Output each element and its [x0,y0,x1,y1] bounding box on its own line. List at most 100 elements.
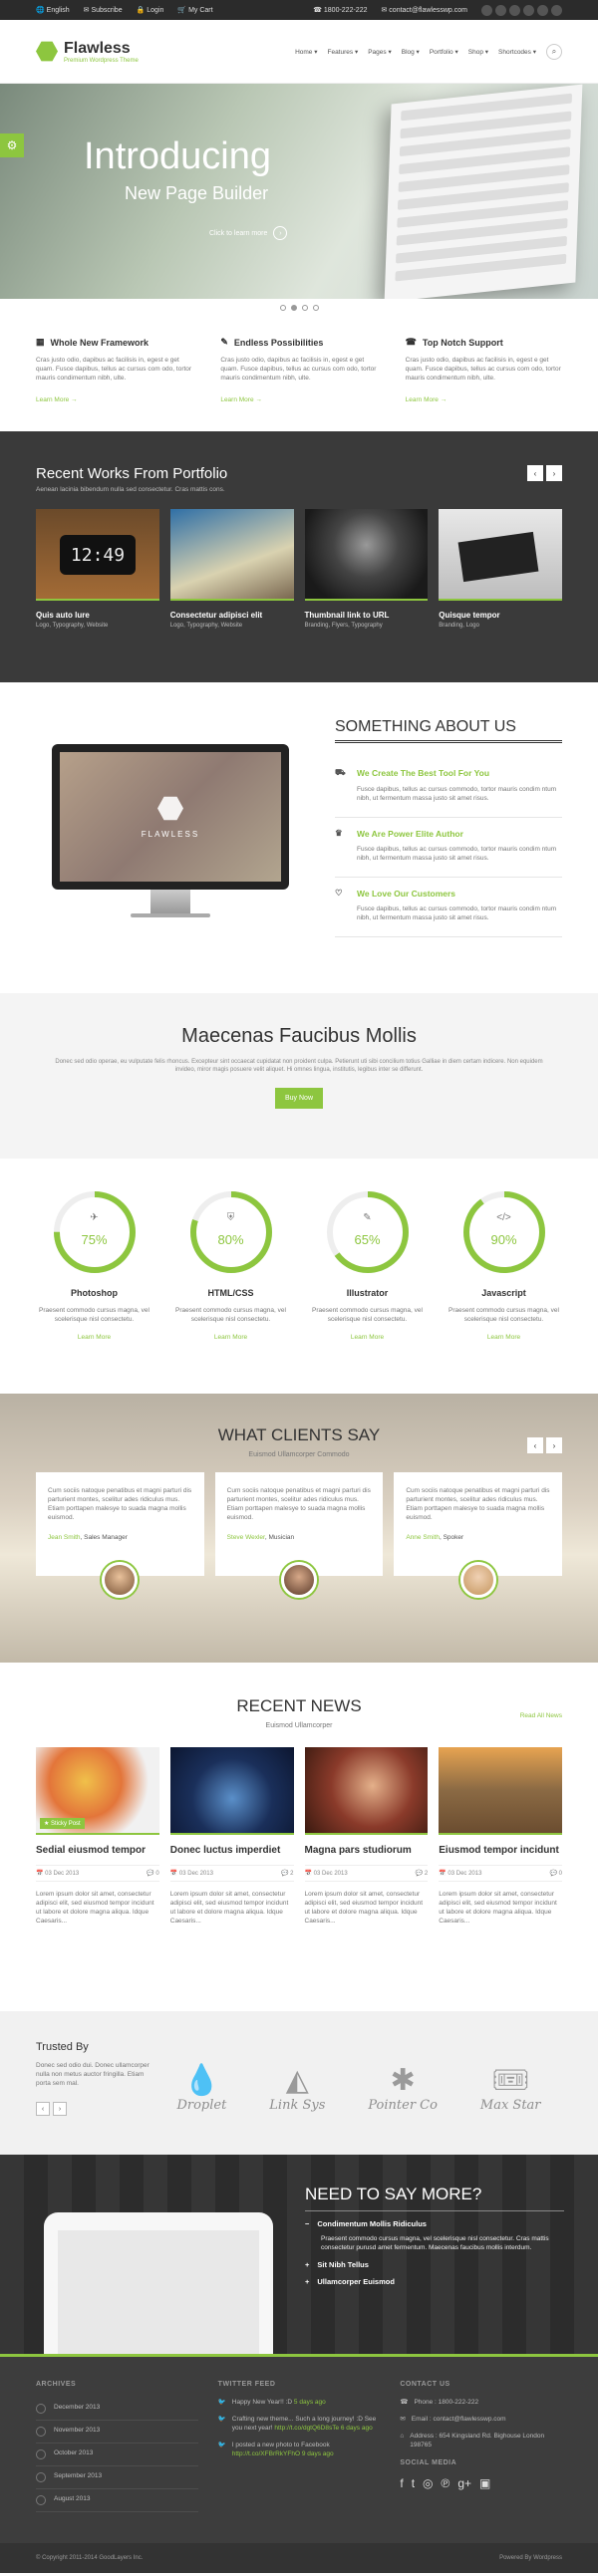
post-title[interactable]: Eiusmod tempor incidunt [439,1845,562,1857]
post-title[interactable]: Donec luctus imperdiet [170,1845,294,1857]
learn-more-link[interactable]: Learn More [309,1334,426,1341]
login-link[interactable]: 🔒 Login [137,6,164,14]
google-plus-icon[interactable] [537,4,548,16]
post-title[interactable]: Sedial eiusmod tempor [36,1845,159,1857]
nav-item-home[interactable]: Home ▾ [295,48,317,56]
portfolio-item-title[interactable]: Consectetur adipisci elit [170,611,294,620]
portfolio-thumbnail[interactable] [304,509,429,601]
feature-text: Cras justo odio, dapibus ac facilisis in… [220,357,377,382]
search-icon[interactable]: ⌕ [546,43,562,60]
pinterest-icon[interactable]: ℗ [442,2476,450,2490]
portfolio-item[interactable]: Consectetur adipisci elit Logo, Typograp… [169,509,294,629]
skill-name: Javascript [481,1288,526,1298]
slider-dot[interactable] [301,305,308,311]
twitter-icon[interactable]: t [412,2476,415,2490]
accordion-item[interactable]: + Sit Nibh Tellus [305,2260,564,2269]
portfolio-title: Recent Works From Portfolio [36,465,228,482]
archive-link[interactable]: August 2013 [36,2489,198,2512]
settings-gear-icon[interactable]: ⚙ [0,133,24,157]
asterisk-icon: ✱ [390,2063,416,2097]
slider-dot[interactable] [312,305,319,311]
trusted-text: Donec sed odio dui. Donec ullamcorper nu… [36,2062,150,2087]
nav-item-pages[interactable]: Pages ▾ [368,48,392,56]
nav-item-shortcodes[interactable]: Shortcodes ▾ [498,48,536,56]
clock-display: 12:49 [60,535,136,575]
contact-address: ⌂ Address : 654 Kingsland Rd. Bighouse Lo… [400,2433,545,2448]
accordion-text: Praesent commodo cursus magna, vel scele… [321,2235,549,2251]
facebook-icon[interactable] [481,4,492,16]
portfolio-item[interactable]: Quisque tempor Branding, Logo [439,509,562,629]
learn-more-link[interactable]: Learn More [446,1334,562,1341]
twitter-icon[interactable] [495,4,506,16]
portfolio-item[interactable]: 12:49 Quis auto lure Logo, Typography, W… [36,509,159,629]
post-thumbnail[interactable] [439,1747,562,1835]
post-thumbnail[interactable] [304,1747,429,1835]
brand-logo[interactable]: 💧 Droplet [176,2064,226,2113]
learn-more-link[interactable]: Learn More [172,1334,289,1341]
read-all-news-link[interactable]: Read All News [520,1712,562,1719]
contact-email[interactable]: ✉ Email : contact@flawlesswp.com [400,2415,562,2424]
portfolio-thumbnail[interactable] [169,509,294,601]
next-arrow-icon[interactable]: › [546,465,562,481]
next-arrow-icon[interactable]: › [53,2102,67,2116]
learn-more-link[interactable]: Learn More [36,1334,152,1341]
portfolio-item-title[interactable]: Thumbnail link to URL [305,611,429,620]
nav-item-blog[interactable]: Blog ▾ [402,48,420,56]
nav-item-portfolio[interactable]: Portfolio ▾ [430,48,458,56]
learn-more-link[interactable]: Learn More → [36,396,78,403]
prev-arrow-icon[interactable]: ‹ [36,2102,50,2116]
language-link[interactable]: 🌐 English [36,6,70,14]
cart-link[interactable]: 🛒 My Cart [177,6,212,14]
about-item: ♛ We Are Power Elite Author Fusce dapibus… [335,818,562,878]
instagram-icon[interactable]: ▣ [479,2476,490,2490]
archive-link[interactable]: October 2013 [36,2444,198,2466]
instagram-icon[interactable] [551,4,562,16]
skills-section: ✈ 75% Photoshop Praesent commodo cursus … [0,1159,598,1394]
slider-dot[interactable] [279,305,286,311]
accordion-item[interactable]: + Ullamcorper Euismod [305,2277,564,2286]
plus-icon: + [305,2277,310,2286]
archive-link[interactable]: December 2013 [36,2398,198,2421]
hero-cta-link[interactable]: Click to learn more › [209,226,288,240]
post-meta: 📅 03 Dec 2013 💬 0 [36,1865,159,1882]
google-plus-icon[interactable]: g+ [457,2476,471,2490]
dribbble-icon[interactable] [509,4,520,16]
prev-arrow-icon[interactable]: ‹ [527,1437,543,1453]
nav-item-features[interactable]: Features ▾ [327,48,358,56]
bottom-bar: © Copyright 2011-2014 GoodLayers Inc. Po… [0,2543,598,2573]
post-thumbnail[interactable] [169,1747,294,1835]
portfolio-thumbnail[interactable] [439,509,562,601]
brand-logo[interactable]: ✱ Pointer Co [368,2064,438,2113]
portfolio-item-title[interactable]: Quis auto lure [36,611,159,620]
pinterest-icon[interactable] [523,4,534,16]
footer: ARCHIVES December 2013 November 2013 Oct… [0,2354,598,2543]
email-link[interactable]: ✉ contact@flawlesswp.com [381,6,467,14]
archive-link[interactable]: September 2013 [36,2466,198,2489]
html5-icon: ⛨ [226,1212,235,1223]
next-arrow-icon[interactable]: › [546,1437,562,1453]
plus-icon: + [305,2260,310,2269]
learn-more-link[interactable]: Learn More → [220,396,262,403]
copyright-text: © Copyright 2011-2014 GoodLayers Inc. [36,2555,144,2561]
post-title[interactable]: Magna pars studiorum [305,1845,429,1857]
nav-item-shop[interactable]: Shop ▾ [468,48,488,56]
dribbble-icon[interactable]: ◎ [423,2476,433,2490]
skill-item: ⛨ 80% HTML/CSS Praesent commodo cursus m… [172,1190,289,1394]
portfolio-item[interactable]: Thumbnail link to URL Branding, Flyers, … [304,509,429,629]
learn-more-link[interactable]: Learn More → [406,396,448,403]
accordion-item[interactable]: − Condimentum Mollis Ridiculus Praesent c… [305,2219,564,2252]
slider-dot-active[interactable] [290,305,297,311]
archive-link[interactable]: November 2013 [36,2421,198,2444]
brand-logo[interactable]: ◭ Link Sys [269,2064,325,2113]
portfolio-item-title[interactable]: Quisque tempor [439,611,562,620]
prev-arrow-icon[interactable]: ‹ [527,465,543,481]
testimonial-card: Cum sociis natoque penatibus et magni pa… [214,1472,384,1598]
buy-now-button[interactable]: Buy Now [274,1088,323,1109]
brand-logo[interactable]: 🎟 Max Star [480,2064,541,2113]
facebook-icon[interactable]: f [400,2476,403,2490]
subscribe-link[interactable]: ✉ Subscribe [84,6,123,14]
about-section: FLAWLESS SOMETHING ABOUT US ⛟ We Create T… [0,682,598,993]
post-thumbnail[interactable]: ★ Sticky Post [36,1747,159,1835]
logo[interactable]: Flawless Premium Wordpress Theme [36,40,139,64]
portfolio-thumbnail[interactable]: 12:49 [36,509,159,601]
